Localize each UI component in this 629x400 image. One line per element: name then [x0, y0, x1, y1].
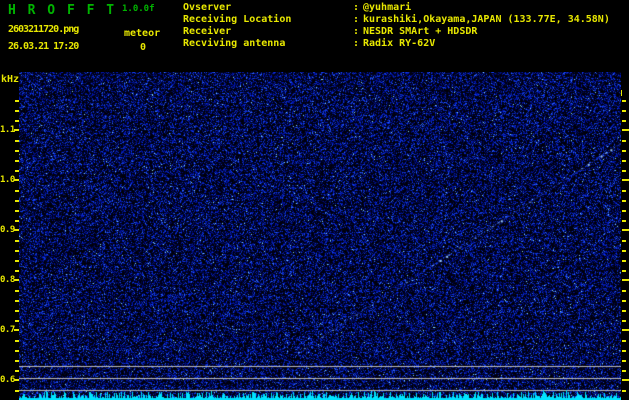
freq-axis-label: 0.7: [0, 325, 15, 335]
freq-minor-tick-right: [622, 360, 626, 362]
freq-major-tick-right: [622, 379, 629, 381]
freq-minor-tick-right: [622, 390, 626, 392]
freq-minor-tick-right: [622, 120, 626, 122]
info-value: NESDR SMArt + HDSDR: [363, 26, 478, 37]
station-info-row: Receiver: NESDR SMArt + HDSDR: [183, 26, 610, 38]
info-separator: :: [353, 38, 360, 49]
info-separator: :: [353, 26, 360, 37]
freq-minor-tick-right: [622, 240, 626, 242]
freq-minor-tick-right: [622, 370, 626, 372]
freq-axis-label: 0.8: [0, 275, 15, 285]
station-info-block: Ovserver: @yuhmari Receiving Location: kura…: [183, 2, 610, 50]
freq-minor-tick-right: [622, 300, 626, 302]
freq-major-tick-right: [622, 229, 629, 231]
freq-minor-tick-right: [622, 140, 626, 142]
freq-minor-tick-right: [622, 350, 626, 352]
info-value: kurashiki,Okayama,JAPAN (133.77E, 34.58N…: [363, 14, 610, 25]
freq-minor-tick-right: [622, 150, 626, 152]
freq-minor-tick-right: [622, 340, 626, 342]
app-title: H R O F F T: [8, 3, 117, 18]
freq-minor-tick-right: [622, 200, 626, 202]
freq-minor-tick-right: [622, 190, 626, 192]
station-info-row: Ovserver: @yuhmari: [183, 2, 610, 14]
info-separator: :: [353, 14, 360, 25]
info-separator: :: [353, 2, 360, 13]
freq-minor-tick-right: [622, 110, 626, 112]
freq-minor-tick-right: [622, 250, 626, 252]
station-info-row: Recviving antenna: Radix RY-62V: [183, 38, 610, 50]
freq-minor-tick-right: [622, 310, 626, 312]
spectrogram-canvas: [19, 72, 621, 400]
freq-major-tick-right: [622, 129, 629, 131]
frequency-unit-label: kHz: [1, 74, 20, 85]
freq-major-tick-right: [622, 329, 629, 331]
date-time: 26.03.21 17:20: [8, 41, 79, 52]
freq-axis-label: 0.9: [0, 225, 15, 235]
freq-minor-tick-right: [622, 320, 626, 322]
freq-minor-tick-right: [622, 100, 626, 102]
output-filename: 2603211720.png: [8, 24, 79, 35]
freq-minor-tick-right: [622, 260, 626, 262]
freq-minor-tick-right: [622, 220, 626, 222]
freq-minor-tick-right: [622, 210, 626, 212]
freq-axis-label: 0.6: [0, 375, 15, 385]
info-label: Recviving antenna: [183, 38, 286, 49]
freq-axis-label: 1.1: [0, 125, 15, 135]
info-label: Ovserver: [183, 2, 232, 13]
freq-minor-tick-right: [622, 270, 626, 272]
mode-label: meteor: [124, 28, 161, 39]
info-label: Receiver: [183, 26, 232, 37]
meteor-event-count: 0: [140, 42, 147, 53]
info-label: Receiving Location: [183, 14, 292, 25]
info-value: @yuhmari: [363, 2, 412, 13]
hrofft-window: { "app": { "title": "H R O F F T", "vers…: [0, 0, 629, 400]
freq-minor-tick-right: [622, 170, 626, 172]
freq-major-tick-right: [622, 279, 629, 281]
freq-minor-tick-right: [622, 290, 626, 292]
info-value: Radix RY-62V: [363, 38, 436, 49]
freq-axis-label: 1.0: [0, 175, 15, 185]
freq-major-tick-right: [622, 179, 629, 181]
app-version: 1.0.0f: [122, 4, 155, 14]
freq-minor-tick-right: [622, 160, 626, 162]
station-info-row: Receiving Location: kurashiki,Okayama,JAP…: [183, 14, 610, 26]
